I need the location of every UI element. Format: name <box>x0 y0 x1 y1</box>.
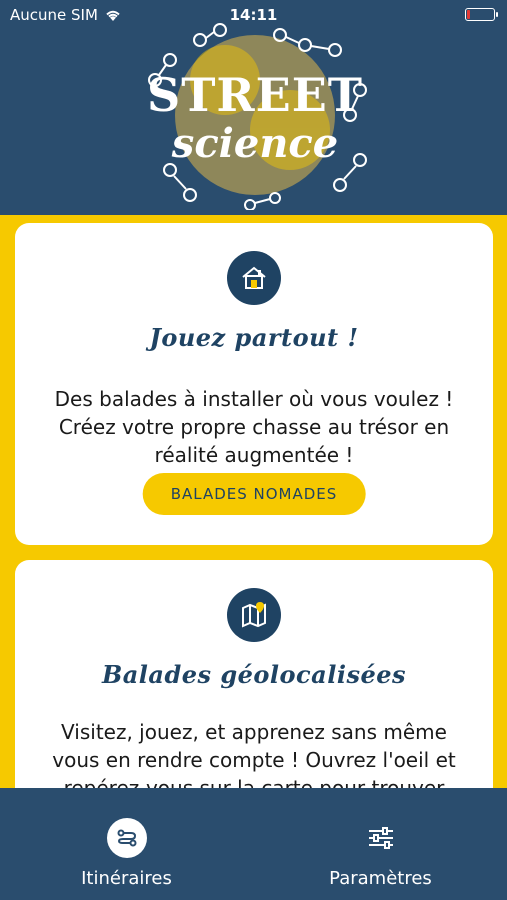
logo-line2: science <box>171 120 339 167</box>
tab-label: Paramètres <box>329 868 432 889</box>
card-title: Jouez partout ! <box>149 323 359 352</box>
tab-parametres[interactable]: Paramètres <box>254 788 507 900</box>
tab-bar: Itinéraires Paramètres <box>0 788 507 900</box>
card-text: Visitez, jouez, et apprenez sans même vo… <box>52 720 456 788</box>
card-title: Balades géolocalisées <box>101 660 407 689</box>
clock: 14:11 <box>229 6 278 24</box>
battery-icon <box>465 8 498 21</box>
sliders-icon <box>361 818 401 858</box>
street-science-logo: STREET science <box>130 20 380 211</box>
logo-line1: STREET <box>146 68 364 122</box>
tab-label: Itinéraires <box>81 868 172 889</box>
map-pin-icon <box>227 588 281 642</box>
balades-nomades-button[interactable]: BALADES NOMADES <box>142 473 366 515</box>
content-scroll[interactable]: Jouez partout ! Des balades à installer … <box>0 215 507 788</box>
card-jouez-partout: Jouez partout ! Des balades à installer … <box>15 223 493 545</box>
card-text: Des balades à installer où vous voulez !… <box>54 387 454 467</box>
house-icon <box>227 251 281 305</box>
header: STREET science <box>0 0 507 215</box>
card-balades-geolocalisees: Balades géolocalisées Visitez, jouez, et… <box>15 560 493 788</box>
tab-itineraires[interactable]: Itinéraires <box>0 788 253 900</box>
status-bar: Aucune SIM 14:11 <box>0 0 507 30</box>
route-icon <box>106 818 147 858</box>
